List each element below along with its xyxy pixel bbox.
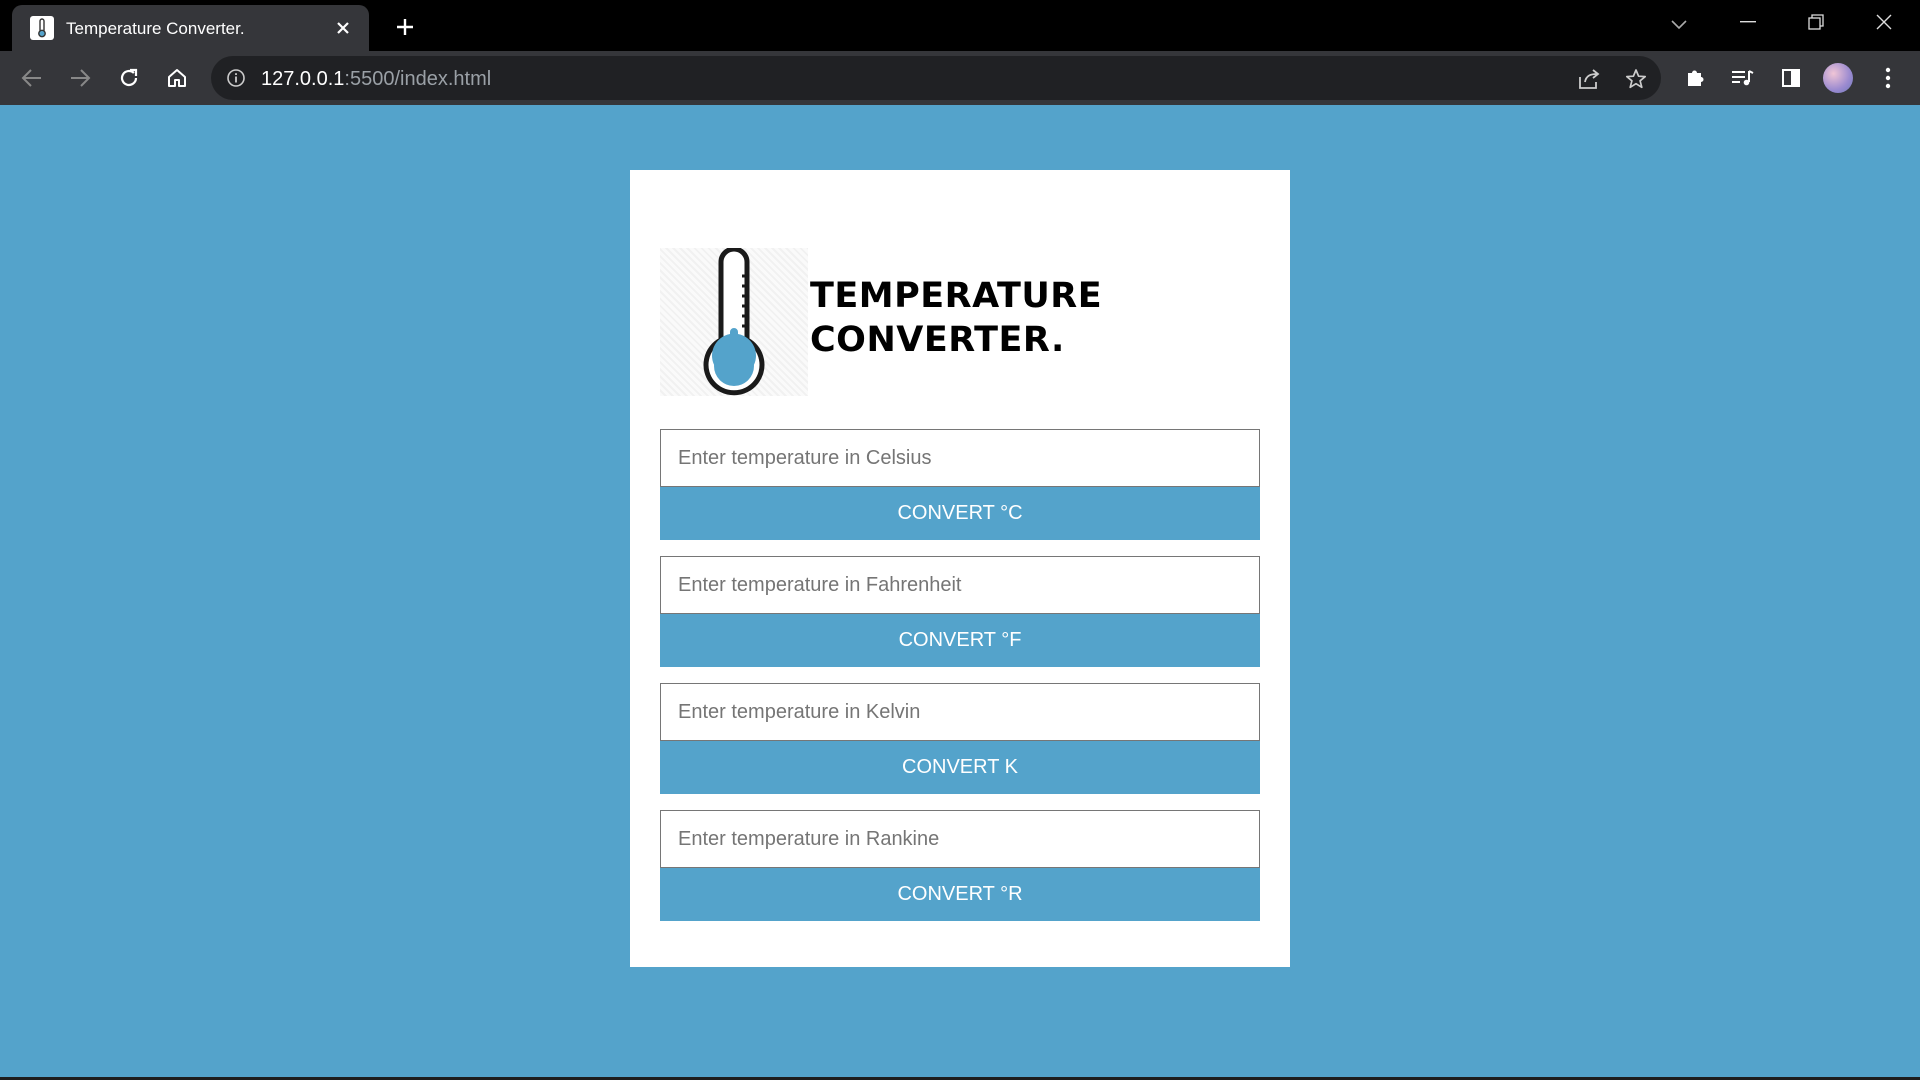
close-icon[interactable] [331, 16, 355, 40]
rankine-input[interactable] [660, 810, 1260, 868]
url-text: 127.0.0.1:5500/index.html [261, 68, 491, 91]
url-path: :5500/index.html [344, 68, 492, 90]
tab-strip: Temperature Converter. [0, 0, 1920, 51]
convert-fahrenheit-button[interactable]: CONVERT °F [660, 614, 1260, 667]
profile-avatar [1823, 63, 1853, 93]
url-host: 127.0.0.1 [261, 68, 345, 90]
info-icon[interactable] [225, 67, 247, 89]
avatar[interactable] [1822, 62, 1854, 94]
plus-icon[interactable] [390, 12, 420, 42]
puzzle-icon[interactable] [1679, 62, 1711, 94]
thermometer-icon [660, 246, 808, 396]
chevron-down-icon[interactable] [1664, 10, 1694, 40]
convert-celsius-button[interactable]: CONVERT °C [660, 487, 1260, 540]
kelvin-input[interactable] [660, 683, 1260, 741]
side-panel-icon[interactable] [1775, 62, 1807, 94]
home-icon[interactable] [161, 62, 193, 94]
arrow-right-icon[interactable] [64, 62, 96, 94]
minimize-icon[interactable] [1714, 0, 1782, 44]
star-icon[interactable] [1623, 66, 1649, 92]
convert-kelvin-button[interactable]: CONVERT K [660, 741, 1260, 794]
celsius-input[interactable] [660, 429, 1260, 487]
share-icon[interactable] [1576, 66, 1602, 92]
title-line-1: TEMPERATURE [810, 276, 1103, 316]
kebab-menu-icon[interactable] [1872, 62, 1904, 94]
arrow-left-icon[interactable] [16, 62, 48, 94]
celsius-converter: CONVERT °C [660, 429, 1260, 540]
media-queue-icon[interactable] [1726, 62, 1758, 94]
converter-card: TEMPERATURE CONVERTER. CONVERT °C CONVER… [630, 170, 1290, 967]
tab-title: Temperature Converter. [66, 19, 245, 38]
page-title: TEMPERATURE CONVERTER. [810, 274, 1102, 362]
reload-icon[interactable] [113, 62, 145, 94]
window-close-icon[interactable] [1850, 0, 1918, 44]
thermometer-icon [30, 16, 54, 40]
fahrenheit-converter: CONVERT °F [660, 556, 1260, 667]
browser-tab[interactable]: Temperature Converter. [12, 5, 369, 51]
title-line-2: CONVERTER. [810, 320, 1065, 360]
page-header: TEMPERATURE CONVERTER. [660, 246, 1260, 396]
address-bar[interactable]: 127.0.0.1:5500/index.html [211, 56, 1661, 100]
browser-toolbar: 127.0.0.1:5500/index.html [0, 51, 1920, 105]
fahrenheit-input[interactable] [660, 556, 1260, 614]
kelvin-converter: CONVERT K [660, 683, 1260, 794]
convert-rankine-button[interactable]: CONVERT °R [660, 868, 1260, 921]
rankine-converter: CONVERT °R [660, 810, 1260, 921]
restore-icon[interactable] [1782, 0, 1850, 44]
